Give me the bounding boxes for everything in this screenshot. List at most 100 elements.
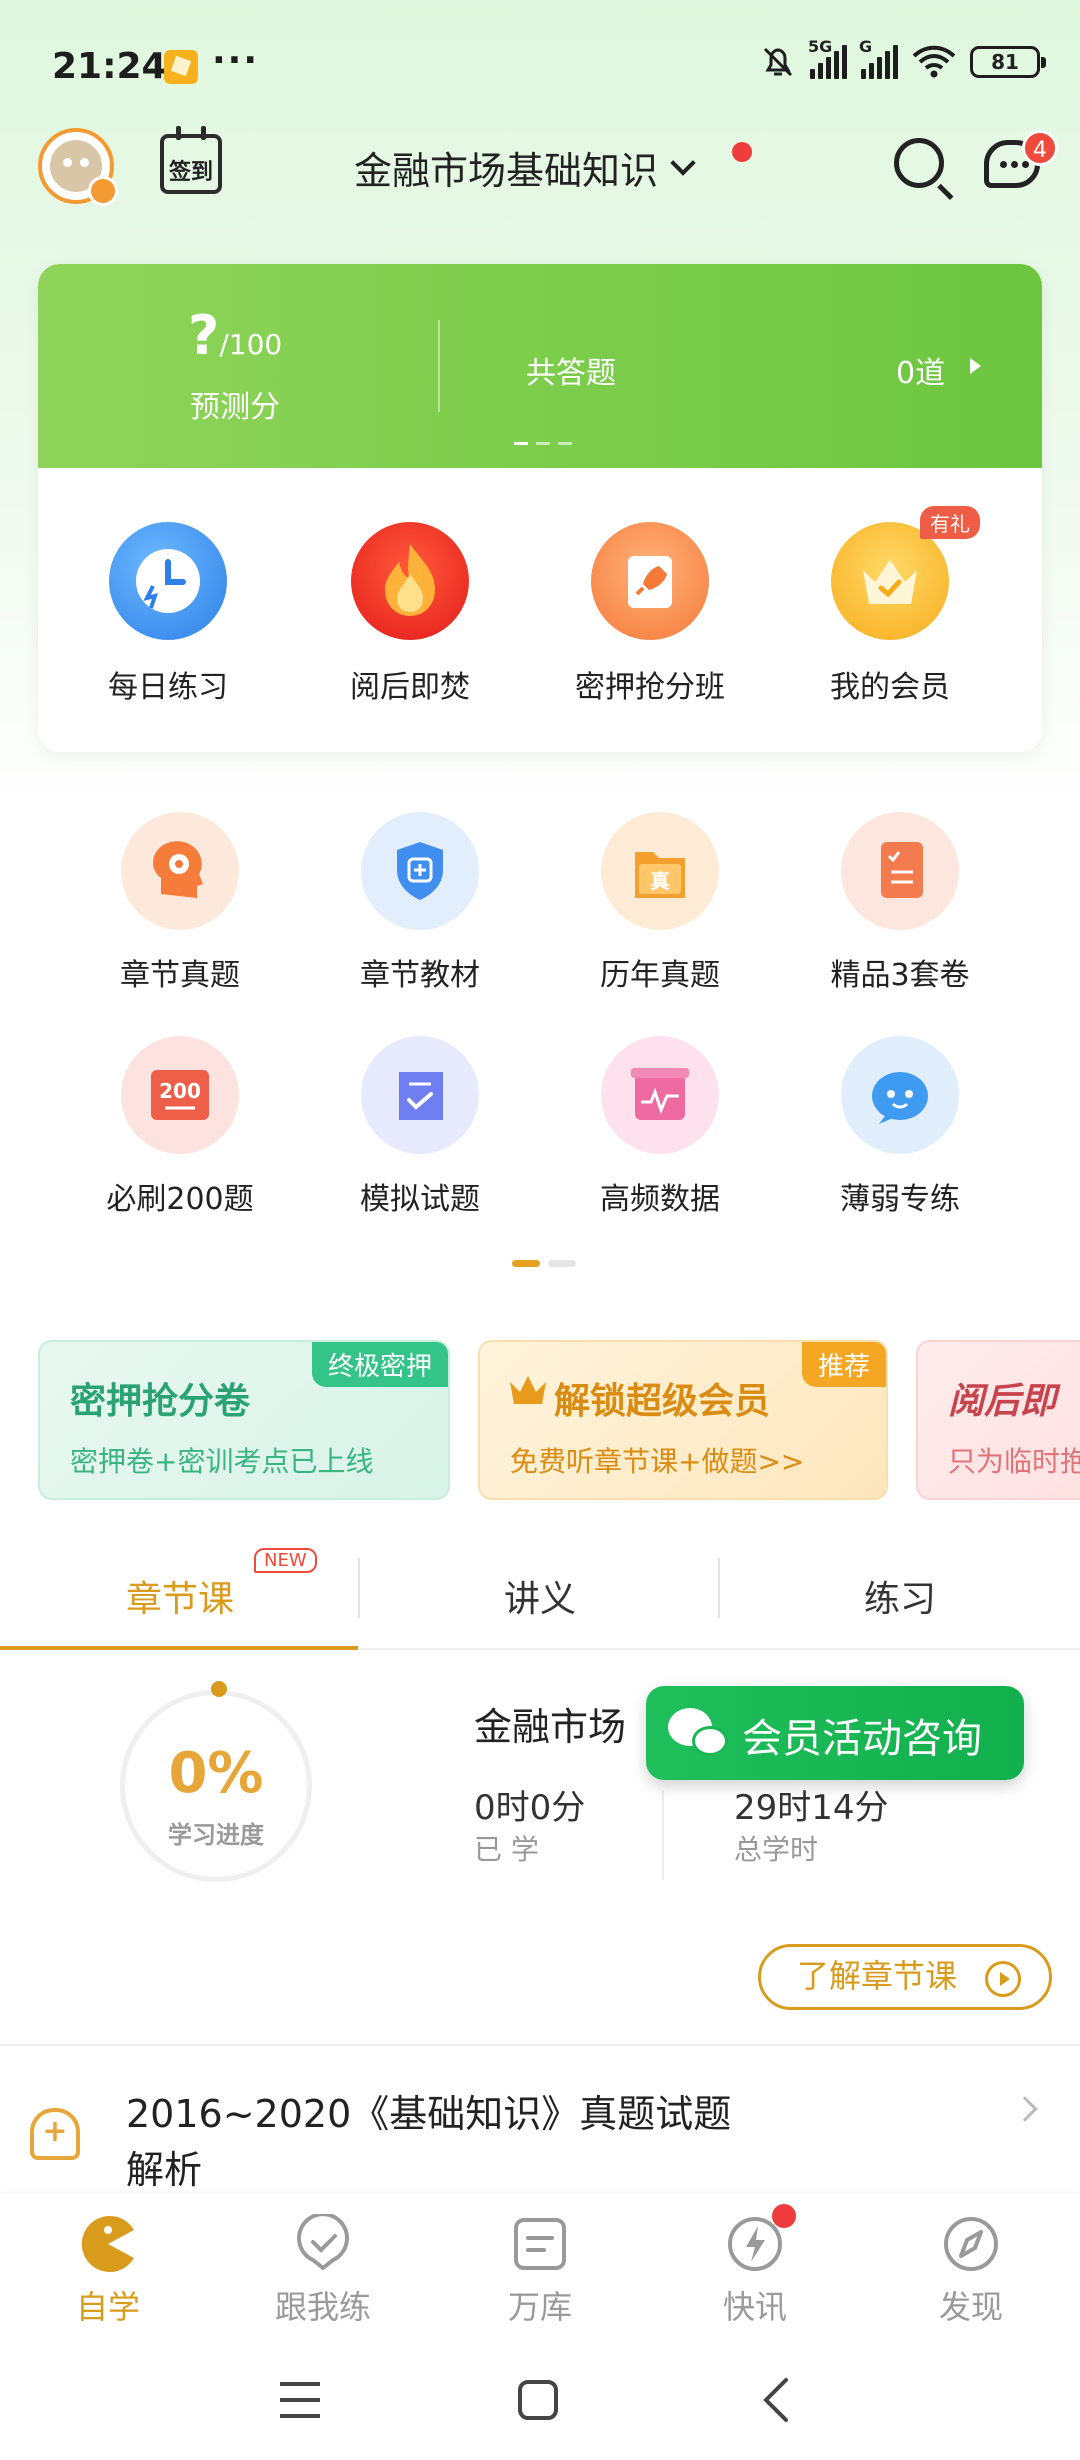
signal-g-label: G xyxy=(859,37,873,56)
total-time: 29时14分 xyxy=(734,1788,889,1828)
tab-label: 章节课 xyxy=(125,1579,234,1620)
chevron-right-icon xyxy=(970,358,981,374)
subject-title: 金融市场基础知识 xyxy=(354,149,659,193)
grid-item-high-frequency-data[interactable]: 高频数据 xyxy=(540,1036,780,1218)
bottom-navigation: 自学 跟我练 万库 快讯 发现 xyxy=(0,2194,1080,2344)
stat-divider xyxy=(662,1790,664,1880)
tab-label: 练习 xyxy=(863,1579,936,1620)
news-red-dot xyxy=(772,2204,796,2228)
rocket-icon xyxy=(591,522,709,640)
scroll-check-icon xyxy=(361,1036,479,1154)
course-tabs: 章节课 NEW 讲义 练习 xyxy=(0,1548,1080,1650)
menu-icon[interactable] xyxy=(278,2380,322,2420)
learned-time: 0时0分 xyxy=(474,1788,586,1828)
signal-5g-label: 5G xyxy=(808,37,833,56)
grid-item-premium-papers[interactable]: 精品3套卷 xyxy=(780,812,1020,994)
quick-action-burn-after-reading[interactable]: 阅后即焚 xyxy=(300,522,520,706)
chevron-right-icon[interactable] xyxy=(1012,2096,1038,2122)
system-navigation-bar xyxy=(0,2344,1080,2460)
score-card: ?/100 预测分 共答题 0道 每日练习 阅后即焚 密押抢分班 我的会员 有礼 xyxy=(38,264,1042,752)
gift-badge: 有礼 xyxy=(920,506,980,539)
nav-label: 万库 xyxy=(507,2288,572,2326)
grid-item-chapter-textbook[interactable]: 章节教材 xyxy=(300,812,540,994)
tab-chapter-course[interactable]: 章节课 xyxy=(0,1570,360,1622)
progress-ring: 0% 学习进度 xyxy=(120,1681,312,1882)
grid-item-chapter-questions[interactable]: 章节真题 xyxy=(60,812,300,994)
grid-item-mock-exams[interactable]: 模拟试题 xyxy=(300,1036,540,1218)
quick-action-daily-practice[interactable]: 每日练习 xyxy=(58,522,278,706)
promo-title: 阅后即 xyxy=(948,1380,1057,1422)
nav-follow-practice[interactable]: 跟我练 xyxy=(248,2212,398,2328)
tab-label: 讲义 xyxy=(503,1579,576,1620)
grid-item-label: 历年真题 xyxy=(600,958,720,993)
tab-handout[interactable]: 讲义 xyxy=(360,1570,720,1622)
progress-label: 学习进度 xyxy=(168,1821,264,1849)
progress-percent: 0% xyxy=(168,1741,264,1806)
grid-item-label: 薄弱专练 xyxy=(840,1182,960,1217)
promo-subtitle: 只为临时抱 xyxy=(948,1445,1080,1478)
wechat-icon-bubble xyxy=(692,1726,728,1756)
compass-icon xyxy=(941,2214,1001,2274)
clock-lightning-icon xyxy=(109,522,227,640)
nav-news[interactable]: 快讯 xyxy=(680,2214,830,2328)
tab-underline xyxy=(0,1646,358,1650)
signin-button[interactable]: 签到 xyxy=(160,126,222,194)
score-divider xyxy=(438,320,440,412)
quick-action-cram-class[interactable]: 密押抢分班 xyxy=(540,522,760,706)
quick-action-label: 每日练习 xyxy=(108,670,228,705)
board-200-glyph: 200 xyxy=(159,1079,201,1103)
score-label: 预测分 xyxy=(190,390,280,425)
signal-g-icon: G xyxy=(859,37,898,79)
quick-action-my-membership[interactable]: 我的会员 xyxy=(780,522,1000,706)
grid-item-weakness-practice[interactable]: 薄弱专练 xyxy=(780,1036,1020,1218)
exam-analysis-title[interactable]: 2016~2020《基础知识》真题试题解析 xyxy=(126,2086,766,2198)
grid-item-past-exams[interactable]: 真 历年真题 xyxy=(540,812,780,994)
home-square-icon[interactable] xyxy=(516,2378,560,2422)
promo-subtitle: 免费听章节课+做题>> xyxy=(510,1445,805,1478)
banner-pager xyxy=(514,442,572,445)
member-consult-button[interactable]: 会员活动咨询 xyxy=(646,1686,1024,1780)
quick-action-label: 密押抢分班 xyxy=(575,670,725,705)
nav-question-bank[interactable]: 万库 xyxy=(465,2214,615,2328)
grid-item-label: 必刷200题 xyxy=(106,1182,254,1217)
crown-icon xyxy=(831,522,949,640)
user-avatar[interactable] xyxy=(38,128,118,206)
grid-item-label: 精品3套卷 xyxy=(830,958,970,993)
document-icon xyxy=(510,2214,570,2274)
answered-label: 共答题 xyxy=(526,356,616,391)
quick-action-label: 阅后即焚 xyxy=(350,670,470,705)
promo-title: 密押抢分卷 xyxy=(70,1381,251,1422)
check-circle-icon xyxy=(293,2212,353,2274)
battery-icon: 81 xyxy=(970,46,1046,78)
wifi-icon xyxy=(912,45,956,78)
folder-zhen-icon: 真 xyxy=(601,812,719,930)
nav-discover[interactable]: 发现 xyxy=(896,2214,1046,2328)
vip-crown-icon xyxy=(88,176,118,206)
nav-self-study[interactable]: 自学 xyxy=(33,2214,183,2328)
nav-label: 发现 xyxy=(938,2288,1003,2326)
score-banner[interactable]: ?/100 预测分 共答题 0道 xyxy=(38,264,1042,468)
head-gear-icon xyxy=(121,812,239,930)
status-more: ··· xyxy=(212,40,260,81)
nav-label: 快讯 xyxy=(722,2288,787,2326)
promo-super-vip[interactable]: 推荐 解锁超级会员 免费听章节课+做题>> xyxy=(478,1340,888,1500)
back-chevron-icon[interactable] xyxy=(760,2376,792,2424)
status-indicators: 5G G 81 xyxy=(760,37,1046,80)
score-value: ? xyxy=(188,304,220,367)
nav-label: 自学 xyxy=(75,2288,140,2326)
subject-red-dot xyxy=(732,142,752,162)
answered-count: 0道 xyxy=(896,356,946,391)
subject-selector[interactable]: 金融市场基础知识 xyxy=(354,140,696,195)
grid-item-label: 模拟试题 xyxy=(360,1182,480,1217)
fire-icon xyxy=(351,522,469,640)
board-200-icon: 200 xyxy=(121,1036,239,1154)
promo-burn-after-reading[interactable]: 阅后即 只为临时抱 xyxy=(916,1340,1080,1500)
learn-chapter-course-button[interactable]: 了解章节课 xyxy=(758,1944,1052,2010)
tab-practice[interactable]: 练习 xyxy=(720,1570,1080,1622)
promo-cram-paper[interactable]: 终极密押 密押抢分卷 密押卷+密训考点已上线 xyxy=(38,1340,450,1500)
status-bar: 21:24 ··· 5G G 81 xyxy=(0,0,1080,130)
grid-item-label: 章节真题 xyxy=(120,958,240,993)
search-icon[interactable] xyxy=(894,138,944,188)
member-consult-label: 会员活动咨询 xyxy=(742,1716,982,1762)
grid-item-must-do-200[interactable]: 200 必刷200题 xyxy=(60,1036,300,1218)
